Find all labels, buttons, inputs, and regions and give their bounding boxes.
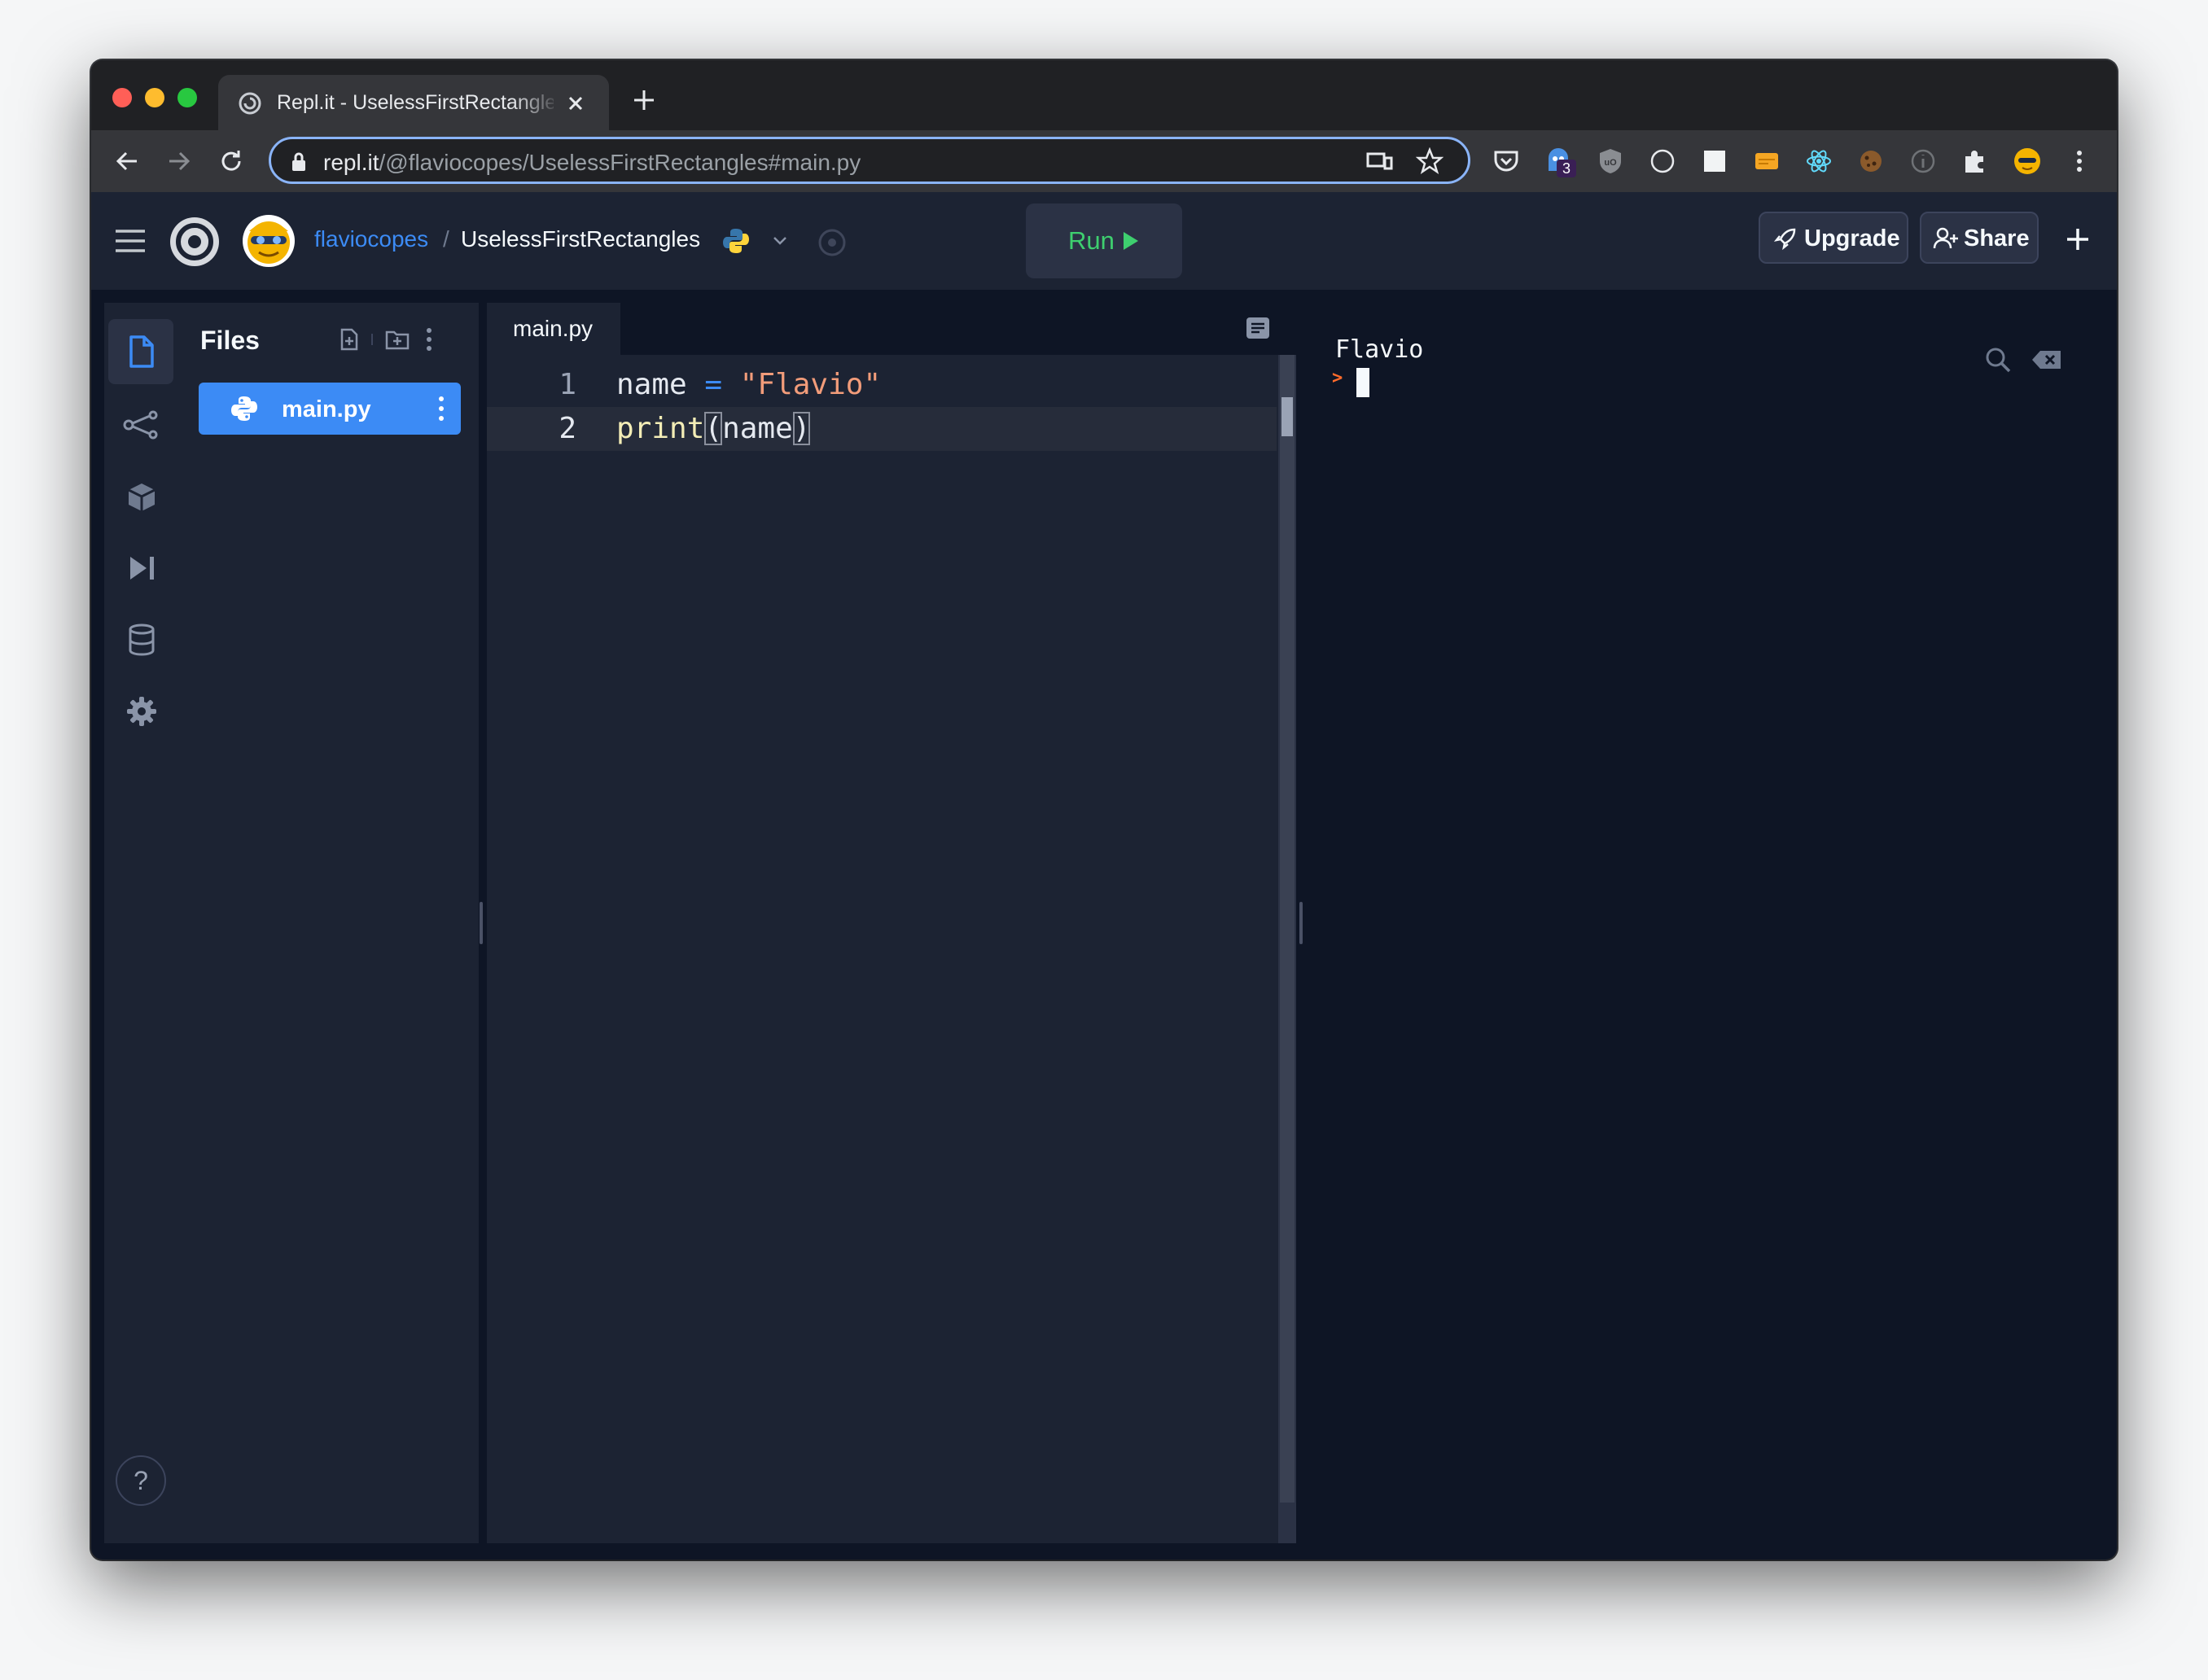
line-number: 2 <box>559 412 576 445</box>
console-output: Flavio <box>1335 335 1424 364</box>
hamburger-menu-icon[interactable] <box>114 226 147 256</box>
run-button[interactable]: Run <box>1026 203 1182 278</box>
code-token: name <box>616 368 687 401</box>
help-button[interactable]: ? <box>116 1455 166 1506</box>
code-line-2: 2 print(name) <box>487 407 1277 451</box>
share-button[interactable]: Share <box>1920 212 2039 264</box>
debugger-tab[interactable] <box>117 544 166 593</box>
cookie-extension-icon[interactable] <box>1856 147 1886 176</box>
reload-icon[interactable] <box>217 147 246 176</box>
console-panel[interactable]: Flavio > <box>1309 303 2104 1560</box>
code-editor[interactable]: main.py 1 name = "Flavio" 2 print(name) <box>487 303 1296 1543</box>
files-panel: Files main.py <box>177 303 479 1543</box>
files-more-options-icon[interactable] <box>422 326 436 353</box>
new-folder-icon[interactable] <box>384 327 410 352</box>
url-text: repl.it/@flaviocopes/UselessFirstRectang… <box>323 150 861 175</box>
breadcrumb-separator: / <box>443 226 449 252</box>
code-area[interactable]: 1 name = "Flavio" 2 print(name) <box>487 355 1296 1543</box>
maximize-window-button[interactable] <box>177 88 197 107</box>
orange-card-extension-icon[interactable] <box>1752 147 1781 176</box>
add-person-icon <box>1933 226 1959 251</box>
close-tab-icon[interactable] <box>565 93 586 114</box>
packages-cube-icon[interactable] <box>117 472 166 521</box>
app-header: flaviocopes / UselessFirstRectangles Run… <box>91 192 2117 291</box>
chevron-down-icon[interactable] <box>770 231 790 251</box>
play-icon <box>1122 231 1140 251</box>
editor-tab-label: main.py <box>513 316 594 341</box>
upgrade-button[interactable]: Upgrade <box>1759 212 1908 264</box>
code-token: name <box>722 412 793 445</box>
rocket-icon <box>1773 226 1798 251</box>
upgrade-label: Upgrade <box>1804 225 1900 252</box>
browser-toolbar: repl.it/@flaviocopes/UselessFirstRectang… <box>91 130 2117 192</box>
forward-arrow-icon[interactable] <box>164 147 194 176</box>
file-options-icon[interactable] <box>435 394 448 423</box>
history-icon[interactable] <box>816 226 848 259</box>
editor-scrollbar-track[interactable] <box>1278 355 1296 1543</box>
version-control-tab[interactable] <box>117 400 166 449</box>
owner-link[interactable]: flaviocopes <box>314 226 428 252</box>
minimize-window-button[interactable] <box>145 88 164 107</box>
files-resize-handle[interactable] <box>480 902 483 944</box>
close-window-button[interactable] <box>112 88 132 107</box>
react-devtools-icon[interactable] <box>1804 147 1833 176</box>
white-square-extension-icon[interactable] <box>1700 147 1729 176</box>
files-tab[interactable] <box>108 319 173 384</box>
code-token: ) <box>792 412 811 445</box>
python-file-icon <box>230 394 259 423</box>
info-extension-icon[interactable] <box>1908 147 1938 176</box>
files-panel-title: Files <box>200 326 260 355</box>
file-name: main.py <box>282 396 371 422</box>
ghost-extension-icon[interactable]: 3 <box>1544 147 1576 177</box>
new-file-icon[interactable] <box>337 327 361 352</box>
editor-tab-main-py[interactable]: main.py <box>487 303 620 355</box>
clear-console-icon[interactable] <box>2031 348 2063 371</box>
browser-tab[interactable]: Repl.it - UselessFirstRectangles <box>218 75 609 130</box>
circle-extension-icon[interactable] <box>1648 147 1677 176</box>
address-bar[interactable]: repl.it/@flaviocopes/UselessFirstRectang… <box>269 137 1470 184</box>
browser-menu-icon[interactable] <box>2065 147 2094 176</box>
code-token: "Flavio" <box>739 368 882 401</box>
user-avatar[interactable] <box>241 213 296 269</box>
bookmark-star-icon[interactable] <box>1416 147 1444 175</box>
code-token: print <box>616 412 705 445</box>
activity-sidebar: ? <box>104 303 177 1543</box>
editor-scrollbar-thumb[interactable] <box>1281 397 1293 436</box>
code-token: = <box>686 368 740 401</box>
replit-logo-icon[interactable] <box>168 215 221 269</box>
console-prompt: > <box>1332 368 1343 388</box>
svg-text:uO: uO <box>1604 158 1617 168</box>
python-language-icon[interactable] <box>721 226 751 256</box>
search-icon[interactable] <box>1983 345 2013 374</box>
format-code-icon[interactable] <box>1244 314 1272 342</box>
share-label: Share <box>1964 225 2030 252</box>
back-arrow-icon[interactable] <box>112 147 142 176</box>
extension-badge: 3 <box>1557 160 1576 177</box>
line-number: 1 <box>559 368 576 401</box>
replit-favicon-icon <box>238 91 262 116</box>
pocket-extension-icon[interactable] <box>1492 147 1521 176</box>
file-item-main-py[interactable]: main.py <box>199 383 461 435</box>
add-icon[interactable] <box>2065 226 2091 252</box>
browser-window: Repl.it - UselessFirstRectangles repl.it… <box>91 60 2117 1560</box>
repl-name[interactable]: UselessFirstRectangles <box>461 226 700 252</box>
new-tab-icon[interactable] <box>632 88 656 112</box>
run-button-label: Run <box>1068 226 1115 255</box>
cast-devices-icon[interactable] <box>1365 149 1393 173</box>
code-line-1: 1 name = "Flavio" <box>487 363 1277 407</box>
extensions-puzzle-icon[interactable] <box>1960 147 1990 176</box>
ublock-shield-icon[interactable]: uO <box>1596 147 1625 176</box>
code-token: ( <box>704 412 723 445</box>
browser-titlebar: Repl.it - UselessFirstRectangles <box>91 60 2117 130</box>
profile-avatar-icon[interactable] <box>2013 147 2042 176</box>
file-icon <box>129 335 154 368</box>
lock-icon <box>289 151 309 173</box>
editor-resize-handle[interactable] <box>1299 902 1303 944</box>
terminal-cursor <box>1356 368 1369 397</box>
settings-gear-icon[interactable] <box>117 687 166 736</box>
database-icon[interactable] <box>117 615 166 664</box>
